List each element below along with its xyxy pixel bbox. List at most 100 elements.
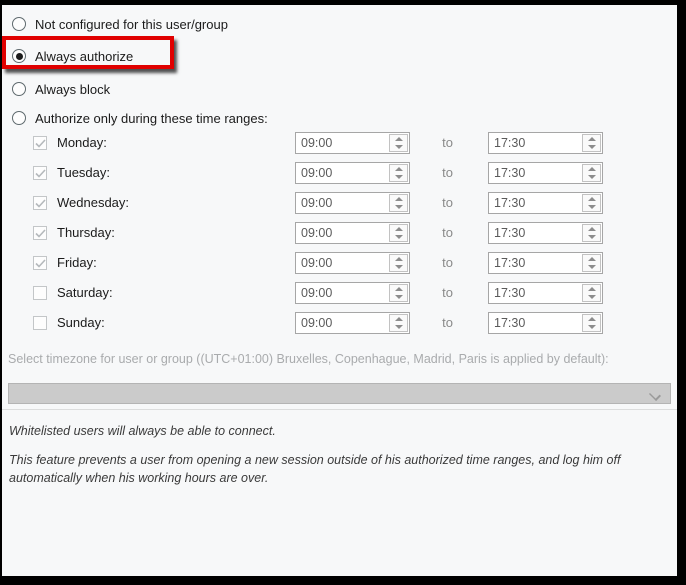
spinner-up-button[interactable] bbox=[583, 315, 600, 323]
start-time-spinner bbox=[389, 254, 408, 272]
radio-option-authorize-only-during-these-time-ranges[interactable]: Authorize only during these time ranges: bbox=[12, 108, 268, 128]
section-divider bbox=[2, 409, 677, 410]
to-label: to bbox=[442, 315, 453, 330]
end-time-spinner bbox=[582, 134, 601, 152]
day-checkbox[interactable] bbox=[33, 196, 47, 210]
arrow-up-icon bbox=[587, 137, 596, 141]
arrow-down-icon bbox=[394, 265, 403, 269]
spinner-up-button[interactable] bbox=[583, 195, 600, 203]
day-row-tuesday: Tuesday: to bbox=[2, 158, 677, 188]
radio-option-label: Not configured for this user/group bbox=[35, 16, 228, 32]
radio-button-icon[interactable] bbox=[12, 111, 26, 125]
spinner-up-button[interactable] bbox=[583, 165, 600, 173]
spinner-down-button[interactable] bbox=[390, 203, 407, 211]
spinner-up-button[interactable] bbox=[583, 225, 600, 233]
arrow-up-icon bbox=[587, 197, 596, 201]
spinner-down-button[interactable] bbox=[390, 263, 407, 271]
note-whitelist: Whitelisted users will always be able to… bbox=[9, 424, 276, 438]
day-row-wednesday: Wednesday: to bbox=[2, 188, 677, 218]
spinner-down-button[interactable] bbox=[583, 203, 600, 211]
spinner-up-button[interactable] bbox=[390, 255, 407, 263]
spinner-down-button[interactable] bbox=[390, 233, 407, 241]
spinner-up-button[interactable] bbox=[390, 135, 407, 143]
radio-button-icon[interactable] bbox=[12, 17, 26, 31]
arrow-down-icon bbox=[587, 145, 596, 149]
spinner-down-button[interactable] bbox=[583, 323, 600, 331]
day-label: Friday: bbox=[57, 255, 97, 270]
spinner-up-button[interactable] bbox=[583, 255, 600, 263]
arrow-down-icon bbox=[587, 175, 596, 179]
to-label: to bbox=[442, 135, 453, 150]
spinner-up-button[interactable] bbox=[390, 195, 407, 203]
spinner-down-button[interactable] bbox=[390, 323, 407, 331]
spinner-up-button[interactable] bbox=[390, 285, 407, 293]
day-checkbox[interactable] bbox=[33, 226, 47, 240]
spinner-up-button[interactable] bbox=[390, 315, 407, 323]
arrow-down-icon bbox=[394, 235, 403, 239]
spinner-down-button[interactable] bbox=[583, 233, 600, 241]
start-time-spinner bbox=[389, 194, 408, 212]
arrow-up-icon bbox=[587, 227, 596, 231]
arrow-up-icon bbox=[394, 137, 403, 141]
arrow-down-icon bbox=[394, 145, 403, 149]
arrow-down-icon bbox=[587, 325, 596, 329]
end-time-spinner bbox=[582, 284, 601, 302]
day-row-thursday: Thursday: to bbox=[2, 218, 677, 248]
spinner-down-button[interactable] bbox=[583, 263, 600, 271]
radio-option-label: Authorize only during these time ranges: bbox=[35, 110, 268, 126]
arrow-up-icon bbox=[394, 257, 403, 261]
radio-option-label: Always block bbox=[35, 81, 111, 97]
arrow-up-icon bbox=[587, 317, 596, 321]
radio-button-icon[interactable] bbox=[12, 82, 26, 96]
spinner-down-button[interactable] bbox=[583, 143, 600, 151]
day-label: Wednesday: bbox=[57, 195, 130, 210]
arrow-down-icon bbox=[394, 205, 403, 209]
spinner-down-button[interactable] bbox=[390, 143, 407, 151]
arrow-up-icon bbox=[394, 167, 403, 171]
spinner-down-button[interactable] bbox=[583, 173, 600, 181]
start-time-spinner bbox=[389, 284, 408, 302]
spinner-up-button[interactable] bbox=[583, 135, 600, 143]
start-time-spinner bbox=[389, 134, 408, 152]
radio-option-always-authorize[interactable]: Always authorize bbox=[12, 46, 133, 66]
day-checkbox[interactable] bbox=[33, 256, 47, 270]
radio-option-not-configured-for-this-user-group[interactable]: Not configured for this user/group bbox=[12, 14, 228, 34]
arrow-down-icon bbox=[587, 235, 596, 239]
timezone-select[interactable] bbox=[8, 383, 671, 404]
spinner-down-button[interactable] bbox=[390, 173, 407, 181]
to-label: to bbox=[442, 165, 453, 180]
radio-button-icon[interactable] bbox=[12, 49, 26, 63]
spinner-down-button[interactable] bbox=[390, 293, 407, 301]
spinner-up-button[interactable] bbox=[583, 285, 600, 293]
to-label: to bbox=[442, 285, 453, 300]
arrow-down-icon bbox=[394, 175, 403, 179]
arrow-down-icon bbox=[394, 325, 403, 329]
spinner-up-button[interactable] bbox=[390, 225, 407, 233]
day-checkbox[interactable] bbox=[33, 286, 47, 300]
day-label: Monday: bbox=[57, 135, 107, 150]
end-time-spinner bbox=[582, 164, 601, 182]
start-time-spinner bbox=[389, 164, 408, 182]
day-label: Thursday: bbox=[57, 225, 115, 240]
radio-option-always-block[interactable]: Always block bbox=[12, 79, 110, 99]
spinner-down-button[interactable] bbox=[583, 293, 600, 301]
arrow-up-icon bbox=[394, 317, 403, 321]
arrow-up-icon bbox=[587, 257, 596, 261]
day-row-friday: Friday: to bbox=[2, 248, 677, 278]
day-row-sunday: Sunday: to bbox=[2, 308, 677, 338]
arrow-down-icon bbox=[394, 295, 403, 299]
day-checkbox[interactable] bbox=[33, 316, 47, 330]
day-row-monday: Monday: to bbox=[2, 128, 677, 158]
to-label: to bbox=[442, 195, 453, 210]
day-checkbox[interactable] bbox=[33, 136, 47, 150]
day-row-saturday: Saturday: to bbox=[2, 278, 677, 308]
time-restrictions-panel: Not configured for this user/group Alway… bbox=[2, 5, 677, 576]
to-label: to bbox=[442, 225, 453, 240]
spinner-up-button[interactable] bbox=[390, 165, 407, 173]
arrow-down-icon bbox=[587, 205, 596, 209]
arrow-down-icon bbox=[587, 265, 596, 269]
end-time-spinner bbox=[582, 254, 601, 272]
day-label: Saturday: bbox=[57, 285, 113, 300]
note-feature-description: This feature prevents a user from openin… bbox=[9, 453, 621, 486]
day-checkbox[interactable] bbox=[33, 166, 47, 180]
